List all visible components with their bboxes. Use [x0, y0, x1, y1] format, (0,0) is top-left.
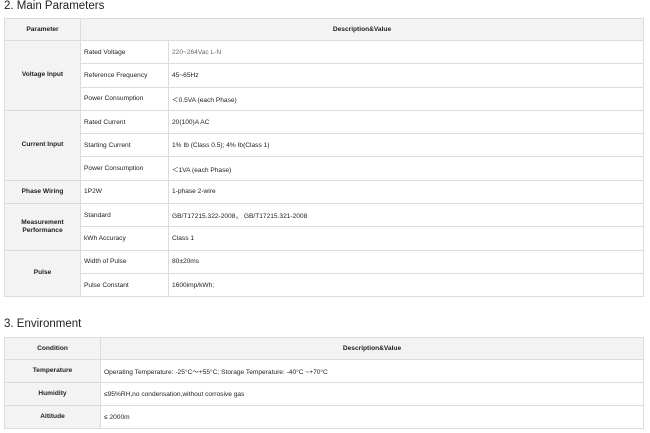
table-row: Reference Frequency 45~65Hz	[5, 63, 644, 88]
group-label-measurement-performance: Measurement Performance	[4, 203, 81, 251]
table-row: Measurement Performance Standard GB/T172…	[4, 203, 644, 251]
parameter-name: Starting Current	[80, 133, 169, 158]
table-row: Voltage Input Rated Voltage 220~264Vac L…	[4, 39, 644, 111]
parameter-value: 220~264Vac L-N	[168, 39, 644, 65]
column-header-condition: Condition	[4, 337, 101, 360]
parameter-name: Rated Voltage	[80, 39, 169, 65]
main-parameters-heading: 2. Main Parameters	[4, 0, 105, 12]
condition-value: ≤ 2000m	[100, 405, 644, 429]
group-label-pulse: Pulse	[4, 249, 81, 298]
table-header-row: Condition Description&Value	[4, 337, 644, 360]
table-row: Phase Wiring 1P2W 1-phase 2-wire	[4, 179, 644, 205]
group-label-voltage-input: Voltage Input	[4, 40, 81, 111]
table-header-row: Parameter Description&Value	[4, 18, 644, 41]
parameter-name: 1P2W	[80, 179, 169, 205]
table-row: Starting Current 1% Ib (Class 0.5); 4% I…	[5, 133, 644, 158]
parameter-name: Width of Pulse	[80, 249, 169, 274]
parameter-value: Class 1	[168, 226, 644, 251]
environment-heading: 3. Environment	[4, 318, 82, 330]
parameter-value: GB/T17215.322-2008， GB/T17215.321-2008	[168, 203, 644, 228]
parameter-name: Standard	[80, 203, 169, 228]
table-row: Pulse Width of Pulse 80±20ms	[4, 249, 644, 298]
parameter-value: 80±20ms	[168, 249, 644, 274]
group-label-current-input: Current Input	[4, 109, 81, 181]
table-row: Power Consumption ＜0.5VA (each Phase)	[5, 86, 644, 111]
parameter-value: 45~65Hz	[168, 63, 644, 88]
parameter-value: ＜0.5VA (each Phase)	[168, 86, 644, 111]
parameter-value: 20(100)A AC	[168, 109, 644, 135]
parameter-value: 1-phase 2-wire	[168, 179, 644, 205]
parameter-name: kWh Accuracy	[80, 226, 169, 251]
table-row: Humidity ≤95%RH,no condensation,without …	[4, 382, 644, 406]
parameter-value: ＜1VA (each Phase)	[168, 156, 644, 181]
table-row: Current Input Rated Current 20(100)A AC	[4, 109, 644, 181]
table-row: kWh Accuracy Class 1	[5, 226, 644, 251]
parameter-name: Reference Frequency	[80, 63, 169, 88]
column-header-description-value: Description&Value	[80, 18, 644, 41]
table-row: Altitude ≤ 2000m	[4, 405, 644, 429]
parameter-name: Power Consumption	[80, 86, 169, 111]
group-label-phase-wiring: Phase Wiring	[4, 179, 81, 205]
parameter-value: 1% Ib (Class 0.5); 4% Ib(Class 1)	[168, 133, 644, 158]
condition-value: Operating Temperature: -25°C～+55°C; Stor…	[100, 359, 644, 383]
column-header-description-value: Description&Value	[100, 337, 644, 360]
table-row: Power Consumption ＜1VA (each Phase)	[5, 156, 644, 181]
condition-altitude: Altitude	[4, 405, 101, 429]
table-row: Pulse Constant 1600imp/kWh;	[5, 272, 644, 298]
column-header-parameter: Parameter	[4, 18, 81, 41]
condition-temperature: Temperature	[4, 359, 101, 383]
environment-table: Condition Description&Value Temperature …	[4, 337, 644, 429]
parameter-name: Rated Current	[80, 109, 169, 135]
condition-humidity: Humidity	[4, 382, 101, 406]
parameter-name: Pulse Constant	[80, 272, 169, 298]
table-row: Temperature Operating Temperature: -25°C…	[4, 359, 644, 383]
parameter-name: Power Consumption	[80, 156, 169, 181]
condition-value: ≤95%RH,no condensation,without corrosive…	[100, 382, 644, 406]
main-parameters-table: Parameter Description&Value Voltage Inpu…	[4, 18, 644, 298]
parameter-value: 1600imp/kWh;	[168, 272, 644, 298]
